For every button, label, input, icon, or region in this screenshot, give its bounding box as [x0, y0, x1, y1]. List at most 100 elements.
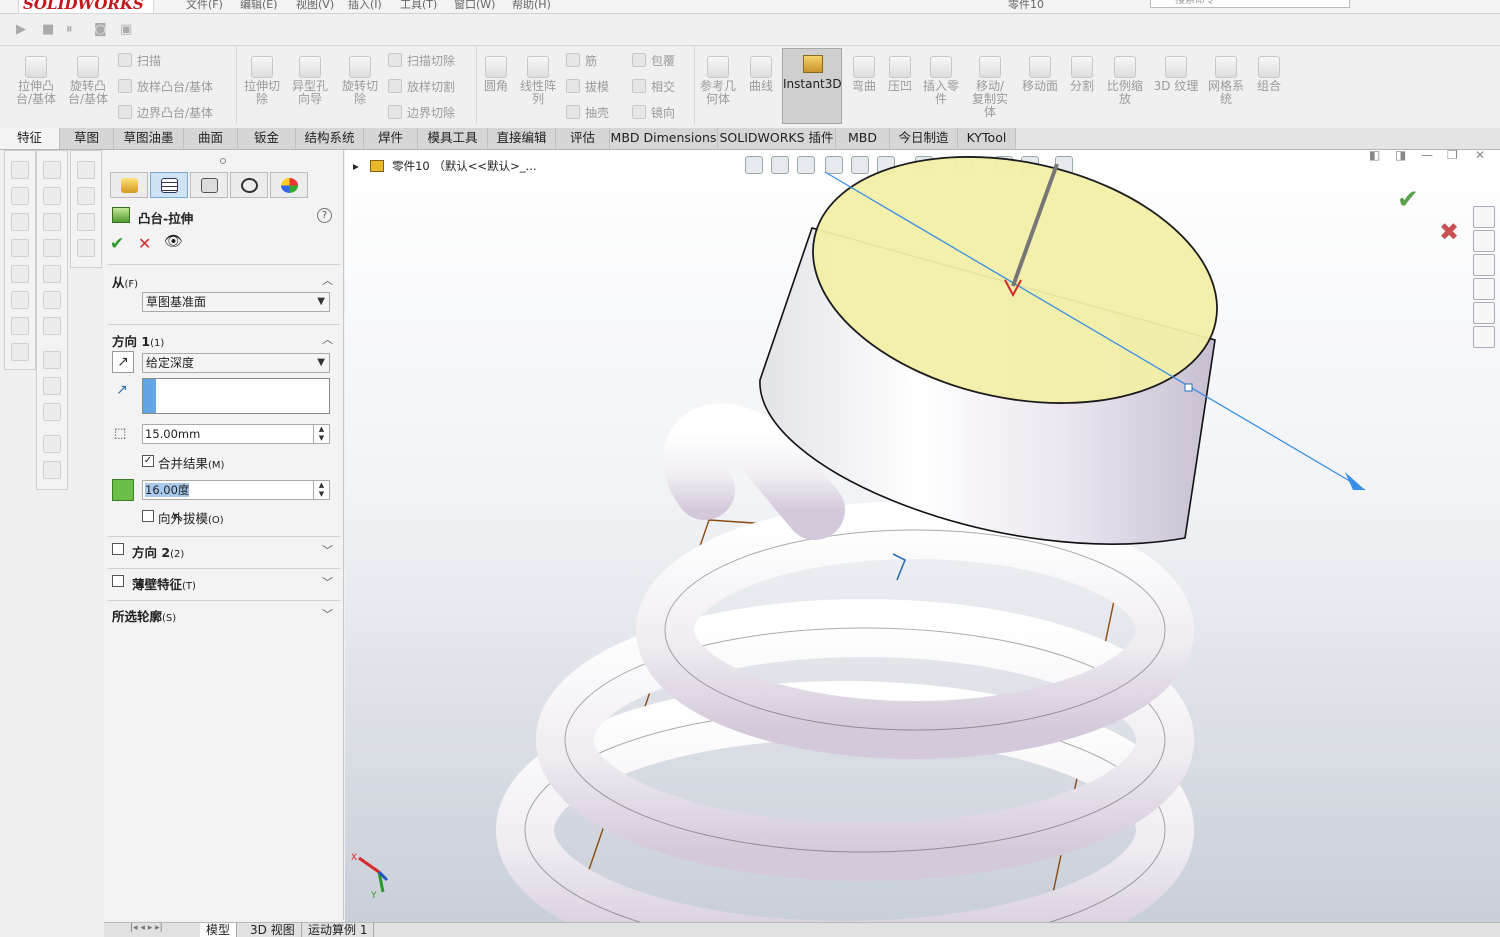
- tab-dimxpert-manager[interactable]: [230, 172, 268, 198]
- boundary-boss-button[interactable]: 边界凸台/基体: [118, 104, 213, 121]
- draft-angle-input[interactable]: 16.00度 ▲ ▼: [142, 480, 330, 500]
- confirm-ok-icon[interactable]: ✔: [1397, 185, 1419, 215]
- view-bottom-icon[interactable]: [43, 265, 61, 283]
- draft-angle-spinner[interactable]: ▲ ▼: [313, 481, 329, 499]
- menu-insert[interactable]: 插入(I): [348, 0, 382, 12]
- search-commands-input[interactable]: 搜索命令: [1150, 0, 1350, 8]
- view-back-icon[interactable]: [43, 239, 61, 257]
- display-style-icon[interactable]: [77, 213, 95, 231]
- tab-3d-views[interactable]: 3D 视图: [244, 923, 302, 937]
- tab-surfaces[interactable]: 曲面: [184, 128, 238, 149]
- dimension-tool-icon[interactable]: [11, 213, 29, 231]
- extrude-boss-button[interactable]: 拉伸凸 台/基体: [12, 56, 60, 106]
- expand-chevron-down-icon[interactable]: ﹀: [322, 574, 333, 590]
- move-copy-body-button[interactable]: 移动/ 复制实 体: [966, 56, 1014, 119]
- tab-mbd[interactable]: MBD: [836, 128, 890, 149]
- sweep-cut-button[interactable]: 扫描切除: [388, 52, 455, 69]
- tab-weldments[interactable]: 焊件: [364, 128, 418, 149]
- tab-motion-study[interactable]: 运动算例 1: [302, 923, 375, 937]
- revolve-cut-button[interactable]: 旋转切 除: [336, 56, 384, 106]
- direction-arrow-head-icon[interactable]: [1345, 472, 1365, 490]
- thin-feature-section-header[interactable]: 薄壁特征(T): [132, 574, 196, 593]
- rotate-view-icon[interactable]: [43, 377, 61, 395]
- mesh-system-button[interactable]: 网格系 统: [1202, 56, 1250, 106]
- expand-chevron-down-icon[interactable]: ﹀: [322, 542, 333, 558]
- tab-direct-editing[interactable]: 直接编辑: [488, 128, 556, 149]
- stop-icon[interactable]: ■: [42, 22, 54, 37]
- solidworks-resources-icon[interactable]: [1473, 206, 1495, 228]
- instant3d-button[interactable]: Instant3D: [782, 48, 842, 124]
- split-button[interactable]: 分割: [1064, 56, 1100, 93]
- help-icon[interactable]: ?: [317, 208, 332, 223]
- hole-wizard-button[interactable]: 异型孔 向导: [286, 56, 334, 106]
- model-viewport[interactable]: ✔ ✖ X Y: [345, 150, 1500, 922]
- curves-button[interactable]: 曲线: [742, 56, 780, 93]
- tab-display-manager[interactable]: [270, 172, 308, 198]
- revolve-boss-button[interactable]: 旋转凸 台/基体: [64, 56, 112, 106]
- menu-help[interactable]: 帮助(H): [512, 0, 551, 12]
- view-iso-icon[interactable]: [43, 317, 61, 335]
- depth-spinner[interactable]: ▲ ▼: [313, 425, 329, 443]
- layer-tool-icon[interactable]: [11, 291, 29, 309]
- merge-result-checkbox[interactable]: ✓: [142, 455, 154, 467]
- tab-scroll-arrows-icon[interactable]: |◂ ◂ ▸ ▸|: [130, 923, 163, 933]
- boundary-cut-button[interactable]: 边界切除: [388, 104, 455, 121]
- wrap-button[interactable]: 包覆: [632, 52, 675, 69]
- loft-button[interactable]: 放样凸台/基体: [118, 78, 213, 95]
- edit-macro-icon[interactable]: ▣: [120, 22, 132, 37]
- play-icon[interactable]: ▶: [16, 22, 26, 37]
- copy-view-icon[interactable]: [43, 435, 61, 453]
- mirror-button[interactable]: 镜向: [632, 104, 675, 121]
- design-library-icon[interactable]: [1473, 230, 1495, 252]
- reverse-direction-icon[interactable]: ↗: [112, 351, 134, 373]
- tab-property-manager[interactable]: [150, 172, 188, 198]
- detailed-preview-eye-icon[interactable]: 👁: [164, 232, 183, 250]
- thin-feature-checkbox[interactable]: [112, 575, 124, 587]
- pattern-tool-icon[interactable]: [11, 317, 29, 335]
- appearances-icon[interactable]: [1473, 302, 1495, 324]
- cancel-x-icon[interactable]: ✕: [138, 234, 151, 253]
- from-start-condition-select[interactable]: 草图基准面 ▼: [142, 292, 330, 312]
- draft-on-off-icon[interactable]: [112, 479, 134, 501]
- draft-outward-checkbox[interactable]: [142, 510, 154, 522]
- selected-contours-section-header[interactable]: 所选轮廓(S): [112, 606, 176, 625]
- relation-tool-icon[interactable]: [11, 239, 29, 257]
- linear-pattern-button[interactable]: 线性阵 列: [516, 56, 560, 106]
- collapse-chevron-up-icon[interactable]: ︿: [322, 331, 333, 347]
- scale-button[interactable]: 比例缩 放: [1102, 56, 1148, 106]
- menu-window[interactable]: 窗口(W): [454, 0, 495, 12]
- reference-geometry-button[interactable]: 参考几 何体: [696, 56, 740, 106]
- view-right-icon[interactable]: [43, 213, 61, 231]
- tab-solidworks-addins[interactable]: SOLIDWORKS 插件: [718, 128, 836, 149]
- loft-cut-button[interactable]: 放样切割: [388, 78, 455, 95]
- direction2-checkbox[interactable]: [112, 543, 124, 555]
- tab-kytool[interactable]: KYTool: [958, 128, 1016, 149]
- graphics-area[interactable]: ▸ 零件10 （默认<<默认>_... ◧ ◨ — ❐ ✕ ✔ ✖ X Y: [345, 150, 1500, 922]
- tab-mbd-dimensions[interactable]: MBD Dimensions: [610, 128, 718, 149]
- custom-properties-icon[interactable]: [1473, 326, 1495, 348]
- tab-feature-manager[interactable]: [110, 172, 148, 198]
- view-palette-icon[interactable]: [1473, 278, 1495, 300]
- pause-icon[interactable]: ⏸: [66, 22, 73, 37]
- sweep-button[interactable]: 扫描: [118, 52, 161, 69]
- text-cursor-icon[interactable]: [77, 239, 95, 257]
- tab-sheet-metal[interactable]: 钣金: [238, 128, 296, 149]
- extrude-cut-button[interactable]: 拉伸切 除: [238, 56, 286, 106]
- zoom-fit-icon[interactable]: [43, 351, 61, 369]
- tab-manufacturing-today[interactable]: 今日制造: [890, 128, 958, 149]
- direction-of-extrusion-selection-box[interactable]: [142, 378, 330, 414]
- depth-input[interactable]: 15.00mm ▲ ▼: [142, 424, 330, 444]
- link-tool-icon[interactable]: [11, 343, 29, 361]
- tab-evaluate[interactable]: 评估: [556, 128, 610, 149]
- direction1-section-header[interactable]: 方向 1(1): [112, 331, 164, 350]
- expand-chevron-down-icon[interactable]: ﹀: [322, 606, 333, 622]
- 3d-texture-button[interactable]: 3D 纹理: [1150, 56, 1202, 93]
- record-icon[interactable]: ◙: [94, 22, 107, 37]
- insert-part-button[interactable]: 插入零 件: [918, 56, 964, 106]
- section-view-icon[interactable]: [77, 187, 95, 205]
- shell-button[interactable]: 抽壳: [566, 104, 609, 121]
- confirm-cancel-icon[interactable]: ✖: [1439, 218, 1459, 246]
- text-tool-icon[interactable]: [11, 161, 29, 179]
- note-tool-icon[interactable]: [11, 265, 29, 283]
- menu-edit[interactable]: 编辑(E): [240, 0, 278, 12]
